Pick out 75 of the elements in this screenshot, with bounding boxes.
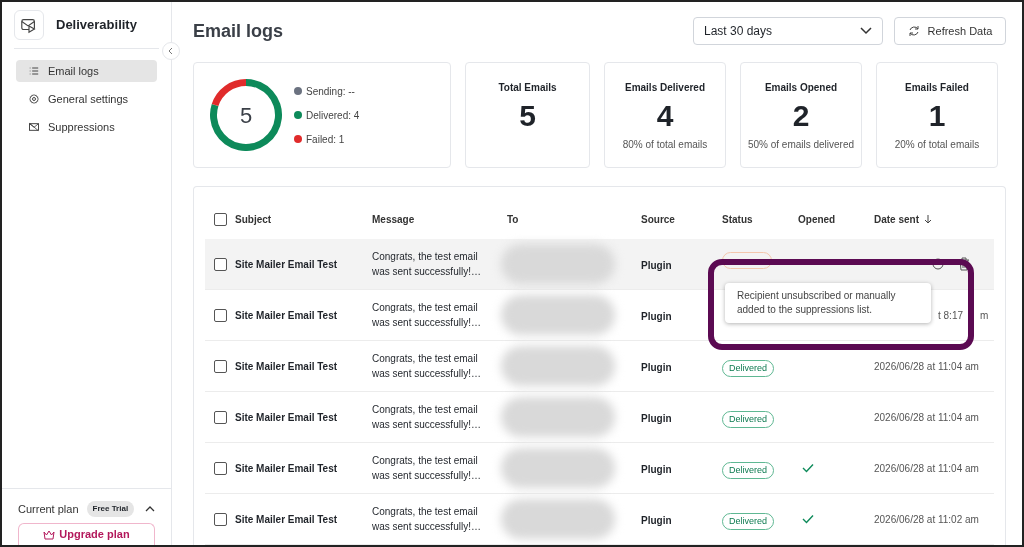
subject-cell-text: Site Mailer Email Test [235,257,338,272]
source-cell: Plugin [641,515,672,526]
date-cell-text: 2026/06/28 at 11:02 am [874,512,979,527]
chevron-down-icon [860,27,872,35]
column-header: Status [722,212,753,227]
message-cell-text: Congrats, the test email was sent successfully!… [372,250,482,279]
stat-title: Emails Delivered [624,81,705,95]
message-cell-text: Congrats, the test email was sent successfully!… [372,454,482,483]
column-header[interactable]: Date sent [874,211,919,227]
stat-value: 5 [519,98,536,134]
subject-cell-text: Site Mailer Email Test [235,308,338,323]
refresh-data-button[interactable]: Refresh Data [894,17,1006,45]
app-name: Deliverability [56,16,137,35]
chevron-left-icon [167,47,175,55]
checkbox[interactable] [214,512,227,526]
chevron-up-icon[interactable] [145,504,155,513]
checkbox[interactable] [214,212,227,226]
source-cell: Plugin [641,464,672,475]
legend-label: Sending: -- [306,84,355,99]
donut-total: 5 [239,101,253,130]
checkbox[interactable] [214,257,227,271]
crown-icon [43,529,56,540]
stat-title: Emails Opened [764,81,838,95]
circle-icon[interactable] [932,258,944,270]
date-range-dropdown[interactable]: Last 30 days [693,17,883,45]
legend-label: Failed: 1 [306,132,345,147]
subject-cell-text: Site Mailer Email Test [235,359,338,374]
checkbox[interactable] [214,308,227,322]
sidebar-item[interactable]: Email logs [16,60,157,82]
column-header: To [507,212,519,227]
source-cell: Plugin [641,413,672,424]
subject-cell-text: Site Mailer Email Test [235,410,338,425]
stat-note: 20% of total emails [894,138,980,152]
message-cell-text: Congrats, the test email was sent successfully!… [372,403,482,432]
message-cell-text: Congrats, the test email was sent successfully!… [372,352,482,381]
date-cell-text: 2026/06/28 at 11:04 am [874,461,979,476]
message-cell-text: Congrats, the test email was sent successfully!… [372,301,482,330]
checkbox[interactable] [214,461,227,475]
sidebar-item[interactable]: Suppressions [16,116,157,138]
column-header: Message [372,212,415,227]
tooltip: Recipient unsubscribed or manually added to the suppressions list. [725,283,931,323]
subject-cell-text: Site Mailer Email Test [235,461,338,476]
app-logo [14,10,44,40]
refresh-icon [907,25,920,37]
message-cell-text: Congrats, the test email was sent successfully!… [372,505,482,534]
upgrade-plan-button[interactable]: Upgrade plan [18,523,155,545]
crossed-envelope-icon [28,121,40,133]
checkbox[interactable] [214,359,227,373]
date-cell-text: m [980,308,989,323]
settings-icon [28,93,40,105]
source-cell: Plugin [641,260,672,271]
date-cell-text: 2026/06/28 at 11:04 am [874,410,979,425]
column-header: Source [641,212,675,227]
legend-label: Delivered: 4 [306,108,360,123]
date-cell-text: t 8:17 [938,308,964,323]
plan-label: Current plan [18,501,79,517]
stat-value: 1 [928,98,946,134]
sort-down-icon[interactable] [923,214,933,224]
plan-badge: Free Trial [86,500,135,517]
trash-icon[interactable] [958,257,970,271]
stat-title: Total Emails [498,81,557,95]
column-header: Subject [235,212,272,227]
stat-title: Emails Failed [905,81,969,95]
stat-note: 50% of emails delivered [747,138,855,152]
subject-cell-text: Site Mailer Email Test [235,512,338,527]
source-cell: Plugin [641,311,672,322]
stat-note: 80% of total emails [622,138,708,152]
source-cell: Plugin [641,362,672,373]
page-title: Email logs [193,19,284,43]
date-cell-text: 2026/06/28 at 11:04 am [874,359,979,374]
stat-value: 2 [792,98,810,134]
checkbox[interactable] [214,410,227,424]
stat-value: 4 [656,98,674,134]
column-header: Opened [798,212,836,227]
sidebar-item[interactable]: General settings [16,88,157,110]
